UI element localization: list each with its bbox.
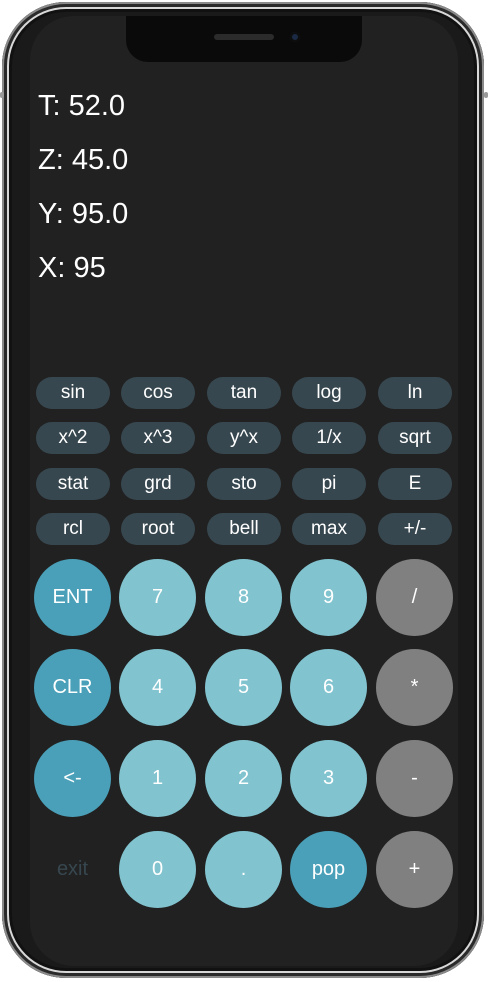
digit-4-button[interactable]: 4 <box>119 649 196 726</box>
digit-1-button[interactable]: 1 <box>119 740 196 817</box>
register-t: T: 52.0 <box>38 90 126 122</box>
phone-side-button-right <box>484 92 488 98</box>
register-stack: T: 52.0 Z: 45.0 Y: 95.0 X: 95 <box>38 88 128 304</box>
pop-button[interactable]: pop <box>290 831 367 908</box>
bell-button[interactable]: bell <box>207 513 281 545</box>
phone-notch <box>126 16 362 62</box>
cube-button[interactable]: x^3 <box>121 422 195 454</box>
digit-0-button[interactable]: 0 <box>119 831 196 908</box>
sin-button[interactable]: sin <box>36 377 110 409</box>
digit-6-button[interactable]: 6 <box>290 649 367 726</box>
rcl-button[interactable]: rcl <box>36 513 110 545</box>
log-button[interactable]: log <box>292 377 366 409</box>
decimal-point-button[interactable]: . <box>205 831 282 908</box>
speaker-grille <box>214 34 274 40</box>
grd-button[interactable]: grd <box>121 468 195 500</box>
ln-button[interactable]: ln <box>378 377 452 409</box>
digit-8-button[interactable]: 8 <box>205 559 282 636</box>
register-y: Y: 95.0 <box>38 198 129 230</box>
calculator-screen: T: 52.0 Z: 45.0 Y: 95.0 X: 95 sin cos ta… <box>30 16 458 966</box>
digit-5-button[interactable]: 5 <box>205 649 282 726</box>
register-x: X: 95 <box>38 252 106 284</box>
minus-button[interactable]: - <box>376 740 453 817</box>
sto-button[interactable]: sto <box>207 468 281 500</box>
divide-button[interactable]: / <box>376 559 453 636</box>
front-camera-icon <box>290 32 300 42</box>
plus-button[interactable]: + <box>376 831 453 908</box>
digit-7-button[interactable]: 7 <box>119 559 196 636</box>
digit-2-button[interactable]: 2 <box>205 740 282 817</box>
phone-side-button-left <box>0 92 4 98</box>
exit-button[interactable]: exit <box>34 831 111 908</box>
pi-button[interactable]: pi <box>292 468 366 500</box>
sqrt-button[interactable]: sqrt <box>378 422 452 454</box>
tan-button[interactable]: tan <box>207 377 281 409</box>
e-button[interactable]: E <box>378 468 452 500</box>
cos-button[interactable]: cos <box>121 377 195 409</box>
power-button[interactable]: y^x <box>207 422 281 454</box>
register-z: Z: 45.0 <box>38 144 129 176</box>
digit-9-button[interactable]: 9 <box>290 559 367 636</box>
backspace-button[interactable]: <- <box>34 740 111 817</box>
sign-toggle-button[interactable]: +/- <box>378 513 452 545</box>
clear-button[interactable]: CLR <box>34 649 111 726</box>
max-button[interactable]: max <box>292 513 366 545</box>
stat-button[interactable]: stat <box>36 468 110 500</box>
root-button[interactable]: root <box>121 513 195 545</box>
enter-button[interactable]: ENT <box>34 559 111 636</box>
square-button[interactable]: x^2 <box>36 422 110 454</box>
multiply-button[interactable]: * <box>376 649 453 726</box>
reciprocal-button[interactable]: 1/x <box>292 422 366 454</box>
digit-3-button[interactable]: 3 <box>290 740 367 817</box>
